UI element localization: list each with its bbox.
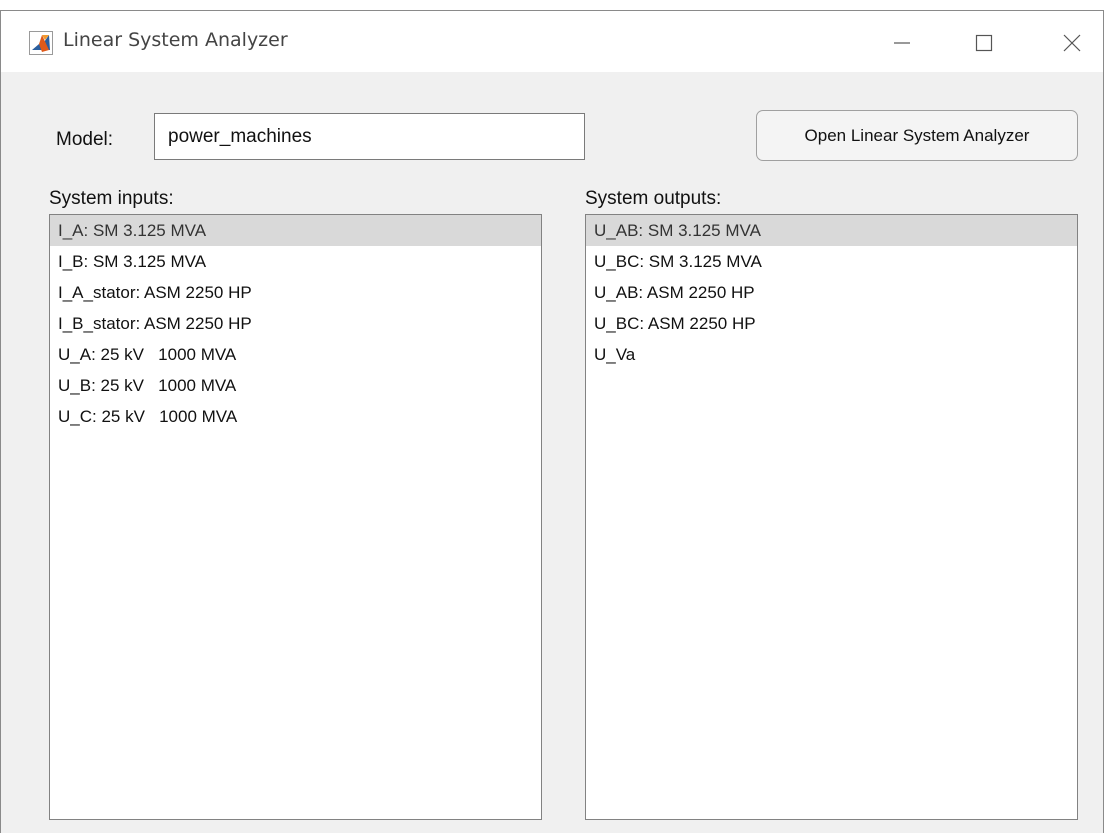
close-icon [1063, 34, 1081, 52]
system-inputs-label: System inputs: [49, 188, 174, 209]
system-outputs-list[interactable]: U_AB: SM 3.125 MVA U_BC: SM 3.125 MVA U_AB… [585, 214, 1078, 820]
output-list-item[interactable]: U_AB: ASM 2250 HP [586, 277, 1077, 308]
system-inputs-list[interactable]: I_A: SM 3.125 MVA I_B: SM 3.125 MVA I_A_st… [49, 214, 542, 820]
maximize-button[interactable] [960, 23, 1008, 63]
open-linear-system-analyzer-button[interactable]: Open Linear System Analyzer [756, 110, 1078, 161]
output-list-item[interactable]: U_BC: ASM 2250 HP [586, 308, 1077, 339]
matlab-logo-icon [29, 31, 53, 55]
output-list-item[interactable]: U_BC: SM 3.125 MVA [586, 246, 1077, 277]
input-list-item[interactable]: I_A: SM 3.125 MVA [50, 215, 541, 246]
input-list-item[interactable]: U_C: 25 kV 1000 MVA [50, 401, 541, 432]
model-input[interactable] [154, 113, 585, 160]
title-bar[interactable]: Linear System Analyzer [1, 11, 1103, 72]
input-list-item[interactable]: I_B: SM 3.125 MVA [50, 246, 541, 277]
system-outputs-label: System outputs: [585, 188, 722, 209]
input-list-item[interactable]: U_B: 25 kV 1000 MVA [50, 370, 541, 401]
input-list-item[interactable]: I_B_stator: ASM 2250 HP [50, 308, 541, 339]
maximize-icon [975, 34, 993, 52]
minimize-icon [894, 42, 910, 44]
input-list-item[interactable]: U_A: 25 kV 1000 MVA [50, 339, 541, 370]
window-title: Linear System Analyzer [63, 29, 288, 51]
output-list-item[interactable]: U_AB: SM 3.125 MVA [586, 215, 1077, 246]
close-button[interactable] [1048, 23, 1096, 63]
minimize-button[interactable] [878, 23, 926, 63]
app-window: Linear System Analyzer Model: Open Linea… [0, 10, 1104, 833]
model-label: Model: [56, 129, 114, 150]
output-list-item[interactable]: U_Va [586, 339, 1077, 370]
input-list-item[interactable]: I_A_stator: ASM 2250 HP [50, 277, 541, 308]
